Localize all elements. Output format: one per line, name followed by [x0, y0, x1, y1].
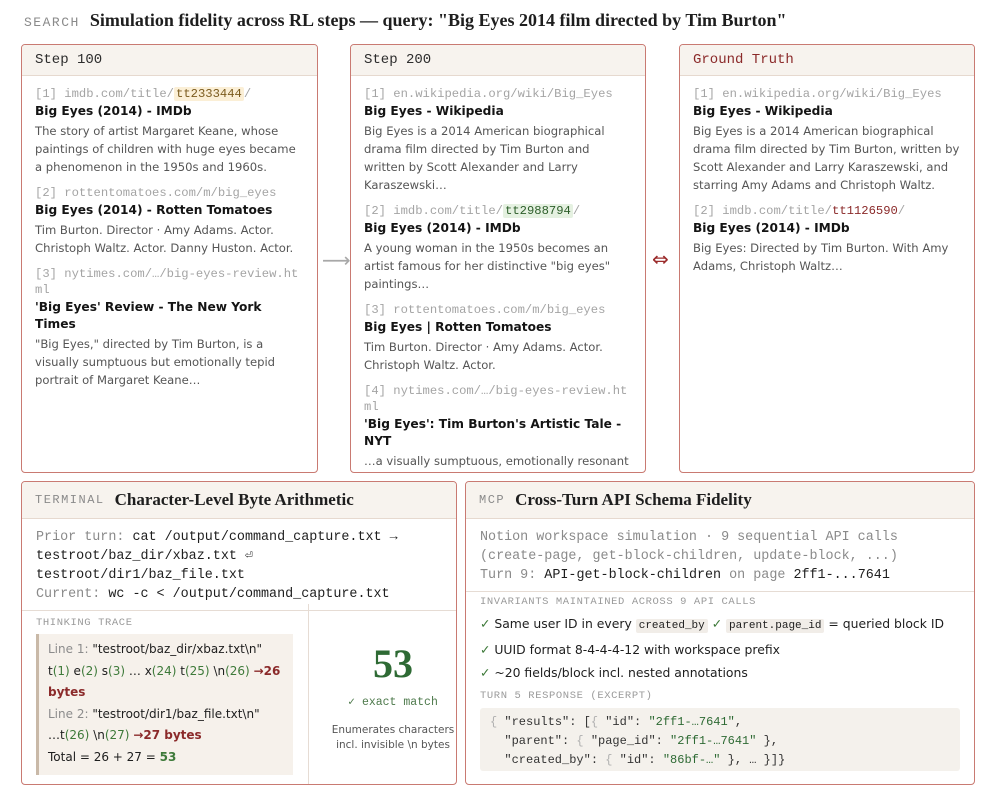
- results-list: [1] en.wikipedia.org/wiki/Big_Eyes Big E…: [351, 76, 645, 472]
- panel-step-100: Step 100 [1] imdb.com/title/tt2333444/ B…: [21, 44, 318, 473]
- result-url[interactable]: [1] en.wikipedia.org/wiki/Big_Eyes: [693, 86, 961, 102]
- page-id: 2ff1-...7641: [793, 568, 890, 583]
- result-column: 53 ✓ exact match Enumerates characters i…: [308, 604, 456, 784]
- search-result[interactable]: [1] en.wikipedia.org/wiki/Big_Eyes Big E…: [364, 86, 632, 194]
- search-result[interactable]: [1] imdb.com/title/tt2333444/ Big Eyes (…: [35, 86, 304, 176]
- panel-title: Step 200: [351, 45, 645, 76]
- check-icon: ✓: [480, 616, 491, 631]
- api-name: API-get-block-children: [544, 568, 722, 583]
- json-response: { "results": [{ "id": "2ff1-…7641", "par…: [480, 708, 960, 771]
- result-title[interactable]: Big Eyes - Wikipedia: [364, 103, 632, 120]
- panel-title: Step 100: [22, 45, 317, 76]
- exact-match-badge: ✓ exact match: [348, 696, 438, 709]
- invariants-label: INVARIANTS MAINTAINED ACROSS 9 API CALLS: [480, 596, 757, 608]
- plausible-id: tt2988794: [503, 204, 573, 218]
- prior-command: cat /output/command_capture.txt →: [132, 530, 398, 545]
- invariants-list: ✓ Same user ID in every created_by ✓ par…: [480, 612, 970, 684]
- mcp-header: MCP Cross-Turn API Schema Fidelity: [466, 482, 974, 519]
- result-snippet: Big Eyes is a 2014 American biographical…: [693, 124, 960, 192]
- result-url[interactable]: [2] rottentomatoes.com/m/big_eyes: [35, 185, 304, 201]
- result-snippet: "Big Eyes," directed by Tim Burton, is a…: [35, 337, 276, 387]
- result-title[interactable]: Big Eyes | Rotten Tomatoes: [364, 319, 632, 336]
- result-url[interactable]: [2] imdb.com/title/tt1126590/: [693, 203, 961, 219]
- current-command: wc -c < /output/command_capture.txt: [108, 587, 390, 602]
- page-title: Simulation fidelity across RL steps — qu…: [89, 10, 787, 30]
- result-title[interactable]: Big Eyes (2014) - Rotten Tomatoes: [35, 202, 304, 219]
- output-line: testroot/baz_dir/xbaz.txt ⏎: [36, 549, 253, 564]
- result-title[interactable]: Big Eyes - Wikipedia: [693, 103, 961, 120]
- terminal-commands: Prior turn: cat /output/command_capture.…: [22, 519, 456, 611]
- terminal-title: Character-Level Byte Arithmetic: [114, 490, 354, 509]
- invariant-item: ✓ UUID format 8-4-4-4-12 with workspace …: [480, 642, 780, 657]
- invariant-item: ✓ ~20 fields/block incl. nested annotati…: [480, 665, 748, 680]
- result-snippet: Tim Burton. Director · Amy Adams. Actor.…: [364, 340, 603, 372]
- result-title[interactable]: Big Eyes (2014) - IMDb: [364, 220, 632, 237]
- step-arrow-icon: ⟶: [322, 248, 351, 272]
- panel-ground-truth: Ground Truth [1] en.wikipedia.org/wiki/B…: [679, 44, 975, 473]
- result-title[interactable]: Big Eyes (2014) - IMDb: [693, 220, 961, 237]
- results-list: [1] imdb.com/title/tt2333444/ Big Eyes (…: [22, 76, 317, 389]
- mcp-tag: MCP: [479, 493, 506, 507]
- terminal-header: TERMINAL Character-Level Byte Arithmetic: [22, 482, 456, 519]
- hallucinated-id: tt2333444: [174, 87, 244, 101]
- result-title[interactable]: Big Eyes (2014) - IMDb: [35, 103, 304, 120]
- result-snippet: Big Eyes: Directed by Tim Burton. With A…: [693, 241, 949, 273]
- equivalence-arrow-icon: ⇔: [652, 247, 669, 271]
- result-title[interactable]: 'Big Eyes' Review - The New York Times: [35, 299, 304, 333]
- response-label: TURN 5 RESPONSE (EXCERPT): [480, 690, 653, 702]
- result-snippet: Big Eyes is a 2014 American biographical…: [364, 124, 605, 192]
- mcp-description: Notion workspace simulation · 9 sequenti…: [466, 519, 974, 592]
- panel-step-200: Step 200 [1] en.wikipedia.org/wiki/Big_E…: [350, 44, 646, 473]
- check-icon: ✓: [480, 665, 491, 680]
- thinking-trace-label: THINKING TRACE: [36, 617, 133, 629]
- search-result[interactable]: [2] rottentomatoes.com/m/big_eyes Big Ey…: [35, 185, 304, 257]
- true-id: tt1126590: [832, 204, 898, 218]
- result-url[interactable]: [2] imdb.com/title/tt2988794/: [364, 203, 632, 219]
- results-list: [1] en.wikipedia.org/wiki/Big_Eyes Big E…: [680, 76, 974, 275]
- result-snippet: A young woman in the 1950s becomes an ar…: [364, 241, 611, 291]
- output-line: testroot/dir1/baz_file.txt: [36, 568, 245, 583]
- search-result[interactable]: [1] en.wikipedia.org/wiki/Big_Eyes Big E…: [693, 86, 961, 194]
- search-result[interactable]: [2] imdb.com/title/tt2988794/ Big Eyes (…: [364, 203, 632, 293]
- panel-mcp: MCP Cross-Turn API Schema Fidelity Notio…: [465, 481, 975, 785]
- panel-terminal: TERMINAL Character-Level Byte Arithmetic…: [21, 481, 457, 785]
- result-title[interactable]: 'Big Eyes': Tim Burton's Artistic Tale -…: [364, 416, 632, 450]
- header-tag: SEARCH: [24, 15, 80, 30]
- byte-count-result: 53: [373, 641, 413, 686]
- result-url[interactable]: [3] nytimes.com/…/big-eyes-review.html: [35, 266, 304, 298]
- search-result[interactable]: [3] nytimes.com/…/big-eyes-review.html '…: [35, 266, 304, 389]
- panel-title: Ground Truth: [680, 45, 974, 76]
- result-snippet: Tim Burton. Director · Amy Adams. Actor.…: [35, 223, 294, 255]
- result-url[interactable]: [3] rottentomatoes.com/m/big_eyes: [364, 302, 632, 318]
- result-snippet: The story of artist Margaret Keane, whos…: [35, 124, 296, 174]
- result-url[interactable]: [1] imdb.com/title/tt2333444/: [35, 86, 304, 102]
- thinking-trace: Line 1: "testroot/baz_dir/xbaz.txt\n" t(…: [36, 634, 293, 775]
- search-result[interactable]: [2] imdb.com/title/tt1126590/ Big Eyes (…: [693, 203, 961, 275]
- search-result[interactable]: [4] nytimes.com/…/big-eyes-review.html '…: [364, 383, 632, 472]
- result-url[interactable]: [4] nytimes.com/…/big-eyes-review.html: [364, 383, 632, 415]
- result-url[interactable]: [1] en.wikipedia.org/wiki/Big_Eyes: [364, 86, 632, 102]
- invariant-item: ✓ Same user ID in every created_by ✓ par…: [480, 616, 945, 633]
- search-result[interactable]: [3] rottentomatoes.com/m/big_eyes Big Ey…: [364, 302, 632, 374]
- check-icon: ✓: [711, 616, 723, 631]
- check-icon: ✓: [480, 642, 491, 657]
- page-header: SEARCH Simulation fidelity across RL ste…: [24, 10, 787, 34]
- result-note: Enumerates characters incl. invisible \n…: [331, 724, 455, 751]
- mcp-title: Cross-Turn API Schema Fidelity: [515, 490, 752, 509]
- terminal-tag: TERMINAL: [35, 493, 105, 507]
- result-snippet: …a visually sumptuous, emotionally reson…: [364, 454, 629, 468]
